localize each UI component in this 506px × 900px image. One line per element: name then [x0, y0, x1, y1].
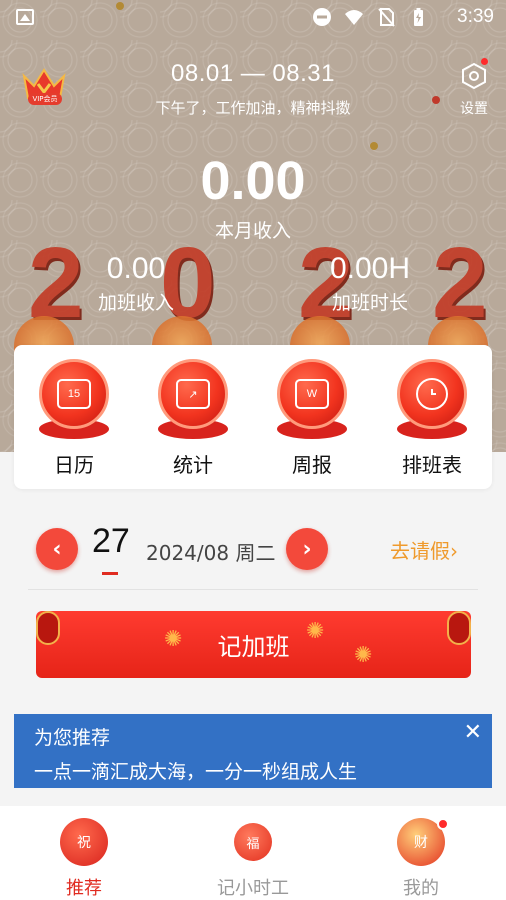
- firework-decoration: ✺: [306, 619, 325, 644]
- overtime-income-stat: 0.00 加班收入: [46, 252, 226, 315]
- nav-hourly-work[interactable]: 福 记小时工: [193, 818, 313, 900]
- chevron-left-icon: ‹: [52, 536, 62, 562]
- battery-charging-icon: [414, 8, 423, 26]
- firework-decoration: ✺: [354, 643, 373, 668]
- no-sim-icon: [378, 8, 395, 27]
- status-bar: 3:39: [0, 0, 506, 36]
- settings-button[interactable]: 设置: [452, 58, 496, 118]
- quick-weekly-report[interactable]: W 周报: [262, 359, 362, 478]
- bottom-navigation: 祝 推荐 福 记小时工 财 我的: [0, 806, 506, 900]
- hourly-work-icon: 福: [234, 823, 272, 861]
- log-overtime-label: 记加班: [217, 633, 290, 661]
- gallery-notification-icon: [16, 9, 34, 25]
- clock-icon: [393, 359, 471, 441]
- selected-day-indicator: [102, 572, 118, 575]
- calendar-icon: 15: [35, 359, 113, 441]
- status-time: 3:39: [457, 6, 494, 27]
- quick-statistics[interactable]: ↗ 统计: [143, 359, 243, 478]
- decor-dot: [370, 142, 378, 150]
- request-leave-link[interactable]: 去请假›: [390, 535, 458, 564]
- overtime-income-value: 0.00: [106, 252, 166, 285]
- quick-statistics-label: 统计: [173, 453, 213, 477]
- quick-menu-card: 15 日历 ↗ 统计 W 周报 排班表: [14, 345, 492, 489]
- lantern-decoration-left: [36, 611, 60, 645]
- overtime-hours-label: 加班时长: [331, 292, 408, 314]
- overtime-hours-stat: 0.00H 加班时长: [280, 252, 460, 315]
- quick-calendar-label: 日历: [54, 453, 94, 477]
- selected-day[interactable]: 27: [92, 522, 130, 561]
- quick-weekly-report-label: 周报: [292, 453, 332, 477]
- date-range[interactable]: 08.01 — 08.31: [0, 60, 506, 88]
- overtime-income-label: 加班收入: [97, 292, 174, 314]
- recommend-icon: 祝: [60, 818, 108, 866]
- quick-schedule[interactable]: 排班表: [382, 359, 482, 478]
- greeting-subtitle: 下午了，工作加油，精神抖擞: [155, 99, 351, 117]
- nav-hourly-work-label: 记小时工: [217, 878, 289, 899]
- nav-recommend-label: 推荐: [66, 878, 102, 899]
- nav-profile[interactable]: 财 我的: [361, 818, 481, 900]
- chart-icon: ↗: [154, 359, 232, 441]
- recommend-banner[interactable]: 为您推荐 一点一滴汇成大海，一分一秒组成人生 ✕: [14, 714, 492, 788]
- nav-profile-label: 我的: [403, 878, 439, 899]
- profile-icon: 财: [397, 818, 449, 866]
- settings-notification-dot: [481, 58, 488, 65]
- prev-day-button[interactable]: ‹: [36, 528, 78, 570]
- quick-schedule-label: 排班表: [402, 453, 462, 477]
- month-income-label: 本月收入: [214, 220, 291, 242]
- quick-calendar[interactable]: 15 日历: [24, 359, 124, 478]
- firework-decoration: ✺: [164, 627, 183, 652]
- do-not-disturb-icon: [313, 8, 331, 26]
- profile-notification-dot: [437, 818, 449, 830]
- recommend-title: 为您推荐: [34, 727, 111, 749]
- wifi-icon: [345, 10, 363, 25]
- status-icons: [312, 6, 428, 28]
- nav-recommend[interactable]: 祝 推荐: [24, 818, 144, 900]
- next-day-button[interactable]: ›: [286, 528, 328, 570]
- settings-label: 设置: [460, 101, 488, 117]
- recommend-text: 一点一滴汇成大海，一分一秒组成人生: [34, 761, 358, 783]
- log-overtime-button[interactable]: ✺ ✺ ✺ 记加班: [36, 611, 471, 678]
- request-leave-label: 去请假: [390, 539, 450, 563]
- settings-hexagon-icon: [462, 62, 486, 90]
- chevron-right-icon: ›: [302, 536, 312, 562]
- month-income-amount: 0.00: [200, 151, 306, 211]
- weekly-report-icon: W: [273, 359, 351, 441]
- chevron-right-small-icon: ›: [450, 539, 458, 563]
- year-month-weekday[interactable]: 2024/08 周二: [146, 537, 275, 566]
- lantern-decoration-right: [447, 611, 471, 645]
- close-icon[interactable]: ✕: [464, 720, 482, 745]
- date-selector: ‹ 27 2024/08 周二 › 去请假›: [28, 520, 478, 590]
- overtime-hours-value: 0.00H: [329, 252, 411, 285]
